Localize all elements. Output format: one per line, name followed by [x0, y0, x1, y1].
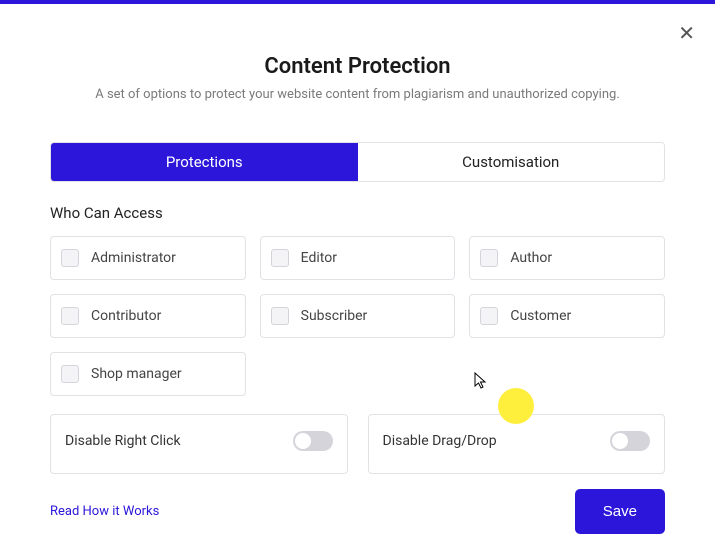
modal-content: Protections Customisation Who Can Access…	[0, 142, 715, 474]
card-title: Disable Drag/Drop	[383, 433, 497, 449]
role-label: Editor	[301, 250, 337, 266]
role-label: Contributor	[91, 308, 161, 324]
close-button[interactable]: ✕	[678, 24, 695, 44]
page-title: Content Protection	[40, 54, 675, 79]
access-section-label: Who Can Access	[50, 204, 665, 222]
role-label: Customer	[510, 308, 571, 324]
roles-grid: Administrator Editor Author Contributor …	[50, 236, 665, 396]
role-author[interactable]: Author	[469, 236, 665, 280]
checkbox-icon	[61, 307, 79, 325]
checkbox-icon	[480, 307, 498, 325]
top-accent-bar	[0, 0, 715, 4]
role-label: Administrator	[91, 250, 176, 266]
checkbox-icon	[480, 249, 498, 267]
modal-header: Content Protection A set of options to p…	[0, 54, 715, 102]
role-label: Author	[510, 250, 552, 266]
checkbox-icon	[61, 249, 79, 267]
role-label: Shop manager	[91, 366, 182, 382]
role-contributor[interactable]: Contributor	[50, 294, 246, 338]
checkbox-icon	[271, 249, 289, 267]
toggle-right-click[interactable]	[293, 431, 333, 451]
card-disable-right-click: Disable Right Click	[50, 414, 348, 474]
tab-protections[interactable]: Protections	[51, 143, 358, 181]
role-subscriber[interactable]: Subscriber	[260, 294, 456, 338]
card-disable-drag-drop: Disable Drag/Drop	[368, 414, 666, 474]
checkbox-icon	[271, 307, 289, 325]
modal-footer: Read How it Works Save	[50, 489, 665, 534]
toggle-drag-drop[interactable]	[610, 431, 650, 451]
role-label: Subscriber	[301, 308, 368, 324]
feature-cards: Disable Right Click Disable Drag/Drop	[50, 414, 665, 474]
tabs: Protections Customisation	[50, 142, 665, 182]
role-shop-manager[interactable]: Shop manager	[50, 352, 246, 396]
tab-customisation[interactable]: Customisation	[358, 143, 665, 181]
page-subtitle: A set of options to protect your website…	[40, 87, 675, 102]
how-it-works-link[interactable]: Read How it Works	[50, 504, 159, 519]
save-button[interactable]: Save	[575, 489, 665, 534]
role-editor[interactable]: Editor	[260, 236, 456, 280]
role-administrator[interactable]: Administrator	[50, 236, 246, 280]
role-customer[interactable]: Customer	[469, 294, 665, 338]
card-title: Disable Right Click	[65, 433, 181, 449]
checkbox-icon	[61, 365, 79, 383]
